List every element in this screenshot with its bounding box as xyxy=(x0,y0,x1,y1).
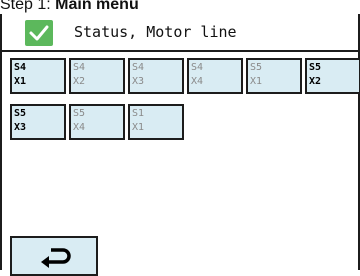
tile-label: S5 X2 xyxy=(309,62,322,87)
tile-label: S4 X1 xyxy=(14,62,27,87)
device-screen: Status, Motor line S4 X1 S4 X2 S4 X3 S4 … xyxy=(0,14,360,276)
motor-line-tile-s5-x4[interactable]: S5 X4 xyxy=(69,104,125,140)
step-caption-title: Main menu xyxy=(55,0,139,13)
motor-line-tile-s4-x4[interactable]: S4 X4 xyxy=(187,58,243,94)
tile-label: S5 X1 xyxy=(250,62,263,87)
motor-line-tile-s5-x2[interactable]: S5 X2 xyxy=(305,58,360,94)
screen-title: Status, Motor line xyxy=(74,23,237,41)
back-button[interactable] xyxy=(10,236,98,276)
step-caption-prefix: Step 1: xyxy=(0,0,56,13)
check-icon xyxy=(25,20,53,46)
tile-label: S5 X3 xyxy=(14,108,27,133)
screen-header: Status, Motor line xyxy=(2,14,358,52)
motor-line-tile-s4-x3[interactable]: S4 X3 xyxy=(128,58,184,94)
tile-label: S5 X4 xyxy=(73,108,86,133)
tile-label: S1 X1 xyxy=(132,108,145,133)
tile-label: S4 X4 xyxy=(191,62,204,87)
motor-line-tile-s4-x1[interactable]: S4 X1 xyxy=(10,58,66,94)
motor-line-tile-s4-x2[interactable]: S4 X2 xyxy=(69,58,125,94)
tile-label: S4 X3 xyxy=(132,62,145,87)
return-arrow-icon xyxy=(41,248,71,268)
tile-label: S4 X2 xyxy=(73,62,86,87)
motor-line-tile-s5-x3[interactable]: S5 X3 xyxy=(10,104,66,140)
motor-line-tile-s1-x1[interactable]: S1 X1 xyxy=(128,104,184,140)
step-caption: Step 1: Main menu xyxy=(0,0,139,14)
motor-line-tile-s5-x1[interactable]: S5 X1 xyxy=(246,58,302,94)
